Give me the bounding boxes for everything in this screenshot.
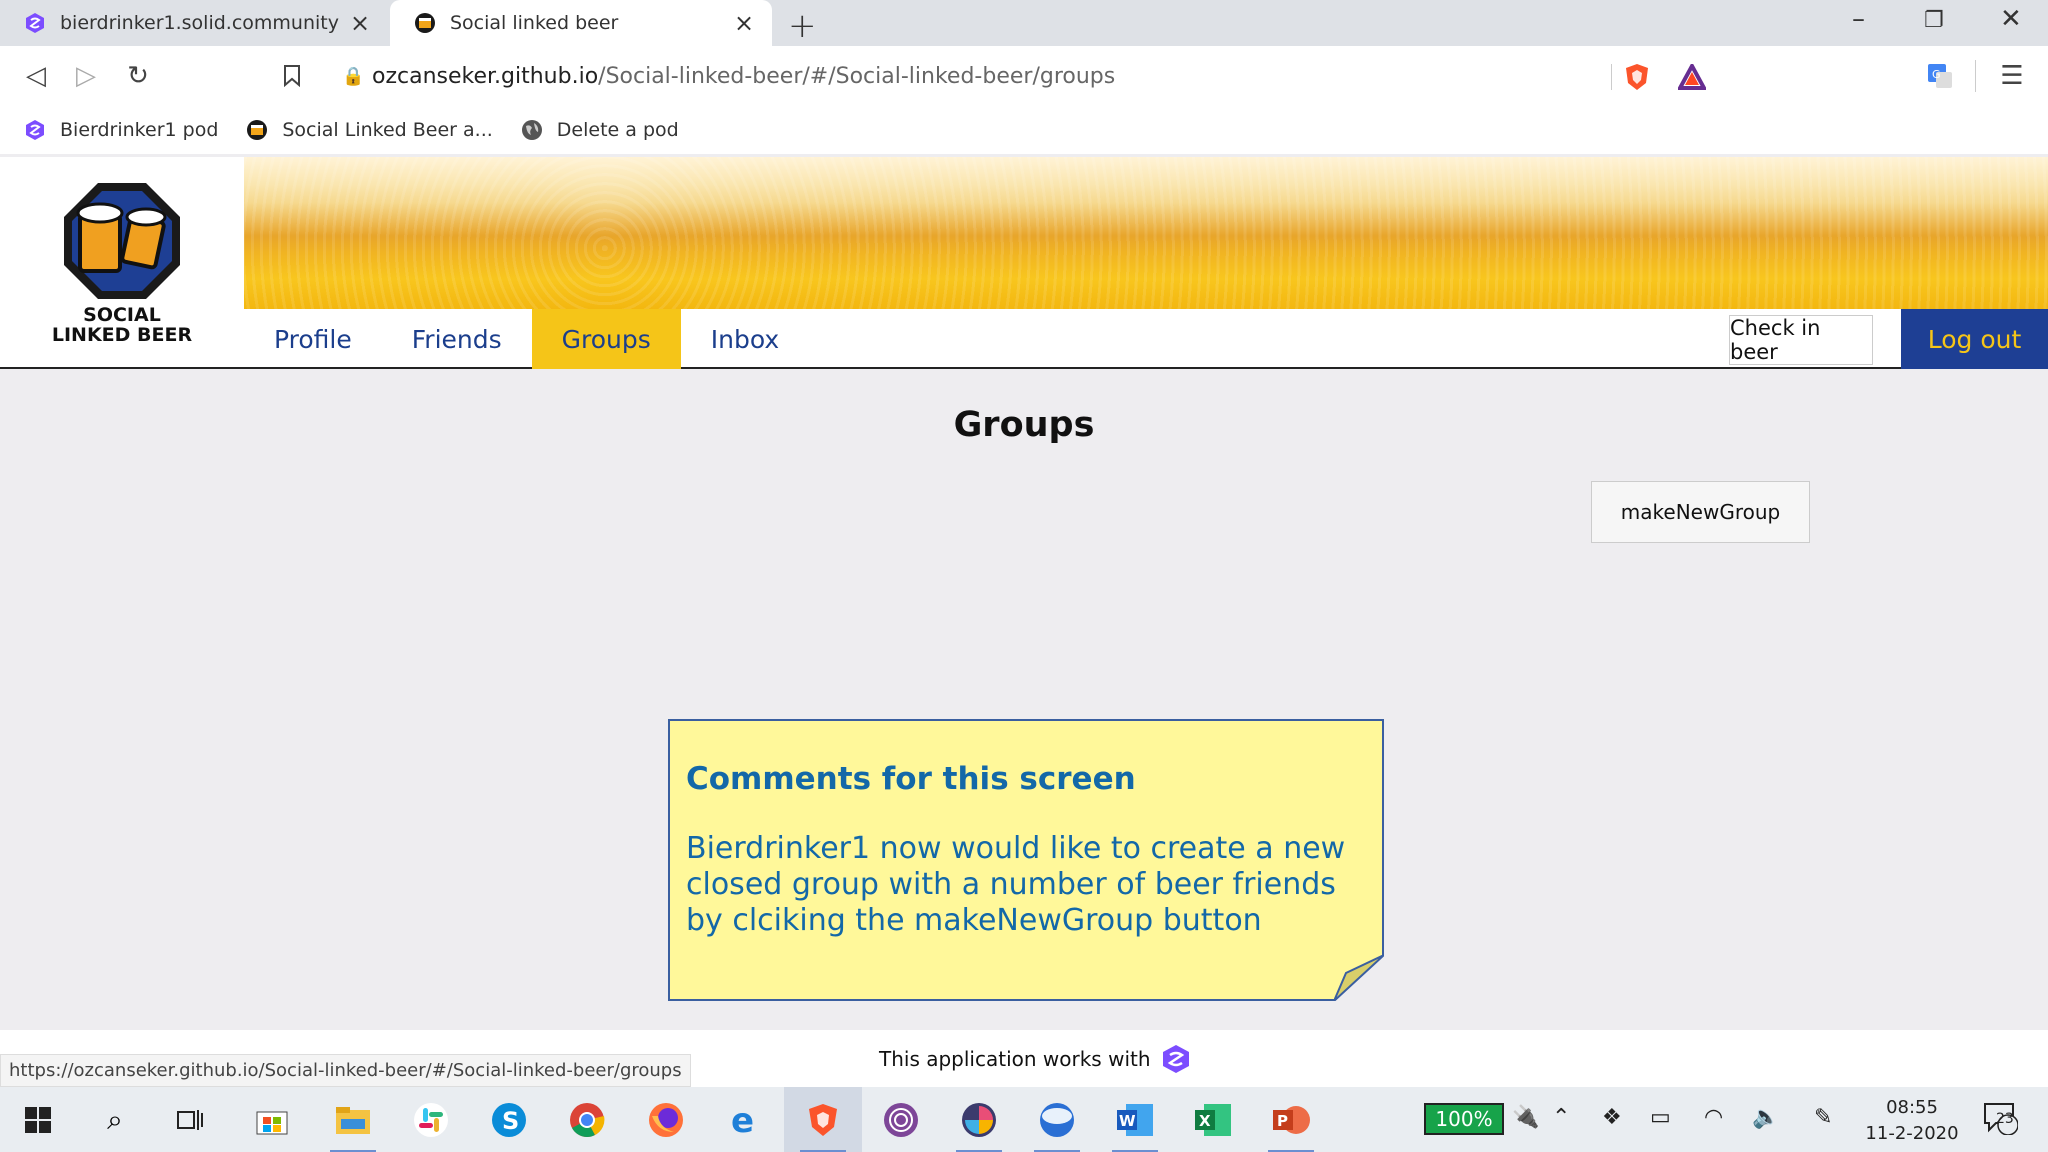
skype-icon[interactable]: S <box>486 1097 532 1143</box>
url-path: /Social-linked-beer/#/Social-linked-beer… <box>598 63 1116 89</box>
tab-title: Social linked beer <box>450 12 619 34</box>
svg-text:X: X <box>1199 1112 1211 1130</box>
solid-logo-icon <box>26 13 44 33</box>
bookmark-icon[interactable] <box>276 60 308 92</box>
beer-logo-icon <box>415 13 435 33</box>
brave-icon[interactable] <box>800 1097 846 1152</box>
solid-logo-icon[interactable] <box>1161 1044 1191 1074</box>
lock-icon: 🔒 <box>342 65 365 87</box>
volume-icon[interactable]: 🔈 <box>1752 1105 1779 1130</box>
solid-logo-icon <box>26 120 44 140</box>
close-window-icon[interactable]: ✕ <box>2000 4 2022 34</box>
pen-icon[interactable]: ✎ <box>1814 1105 1832 1130</box>
restore-icon[interactable]: ❐ <box>1924 8 1944 33</box>
svg-text:S: S <box>502 1107 519 1135</box>
page-curl-icon <box>1334 955 1384 1001</box>
menu-item-inbox[interactable]: Inbox <box>681 309 809 369</box>
powerpoint-icon[interactable]: P <box>1268 1097 1314 1152</box>
menu-item-friends[interactable]: Friends <box>382 309 532 369</box>
app-logo[interactable]: SOCIAL LINKED BEER <box>0 157 244 367</box>
bookmark-label: Delete a pod <box>556 119 679 141</box>
menu-item-profile[interactable]: Profile <box>244 309 382 369</box>
svg-text:P: P <box>1277 1112 1288 1130</box>
divider <box>1611 64 1612 90</box>
new-tab-button[interactable]: + <box>788 6 817 46</box>
menu-icon[interactable]: ☰ <box>1996 60 2028 92</box>
beer-foam-banner <box>244 157 2048 309</box>
menu-item-groups[interactable]: Groups <box>531 309 681 369</box>
make-new-group-button[interactable]: makeNewGroup <box>1591 481 1810 543</box>
logo-text-line1: SOCIAL <box>83 304 161 326</box>
reload-icon[interactable]: ↻ <box>122 60 154 92</box>
wifi-icon[interactable]: ◠ <box>1704 1105 1723 1130</box>
back-icon[interactable]: ◁ <box>20 60 52 92</box>
globe-app-icon[interactable] <box>1034 1097 1080 1152</box>
page-viewport: SOCIAL LINKED BEER Profile Friends Group… <box>0 157 2048 1087</box>
minimize-icon[interactable]: – <box>1852 4 1865 34</box>
word-icon[interactable]: W <box>1112 1097 1158 1152</box>
battery-indicator[interactable]: 100% <box>1424 1103 1504 1135</box>
battery-tray-icon[interactable]: ▭ <box>1650 1105 1671 1130</box>
logo-text-line2: LINKED BEER <box>51 324 193 346</box>
translate-icon[interactable]: G <box>1926 62 1954 90</box>
footer-text: This application works with <box>879 1044 1191 1074</box>
link-status-bubble: https://ozcanseker.github.io/Social-link… <box>0 1054 691 1087</box>
comment-sticky-note: Comments for this screen Bierdrinker1 no… <box>668 719 1384 1001</box>
clock-time: 08:55 <box>1886 1097 1938 1118</box>
check-in-beer-button[interactable]: Check in beer <box>1729 315 1873 365</box>
page-title: Groups <box>953 405 1095 445</box>
bookmark-delete-a-pod[interactable]: Delete a pod <box>521 119 679 141</box>
beer-logo-icon <box>247 120 268 140</box>
logo-wordmark: SOCIAL LINKED BEER <box>0 305 244 345</box>
bookmark-label: Social Linked Beer a... <box>282 119 493 141</box>
forward-icon[interactable]: ▷ <box>70 60 102 92</box>
slack-icon[interactable] <box>408 1097 454 1143</box>
svg-text:G: G <box>1932 68 1941 81</box>
footer-label: This application works with <box>879 1047 1151 1071</box>
windows-taskbar: ⌕ S e W X P 100% 🔌 ⌃ ❖ ▭ ◠ 🔈 ✎ 08:55 11-… <box>0 1087 2048 1152</box>
task-view-icon[interactable] <box>168 1097 214 1143</box>
store-icon[interactable] <box>249 1097 295 1143</box>
note-heading: Comments for this screen <box>686 761 1136 797</box>
dropbox-icon[interactable]: ❖ <box>1602 1105 1622 1130</box>
address-bar[interactable]: 🔒 ozcanseker.github.io/Social-linked-bee… <box>326 54 1722 98</box>
brave-rewards-icon[interactable] <box>1678 64 1706 90</box>
search-icon[interactable]: ⌕ <box>92 1097 138 1143</box>
notification-count: 23 <box>1996 1111 2014 1127</box>
chevron-up-icon[interactable]: ⌃ <box>1552 1105 1570 1130</box>
bookmark-social-linked-beer[interactable]: Social Linked Beer a... <box>246 119 493 141</box>
firefox-icon[interactable] <box>643 1097 689 1143</box>
chrome-icon[interactable] <box>564 1097 610 1143</box>
bookmarks-bar: Bierdrinker1 pod Social Linked Beer a...… <box>0 106 2048 154</box>
file-explorer-icon[interactable] <box>330 1097 376 1152</box>
close-tab-icon[interactable]: × <box>732 9 756 37</box>
brave-shield-icon[interactable] <box>1624 63 1650 91</box>
clock-date: 11-2-2020 <box>1865 1123 1959 1144</box>
bookmark-label: Bierdrinker1 pod <box>60 119 219 141</box>
bookmark-bierdrinker1-pod[interactable]: Bierdrinker1 pod <box>24 119 218 141</box>
system-clock[interactable]: 08:55 11-2-2020 <box>1862 1095 1962 1147</box>
divider <box>1975 60 1976 92</box>
edge-icon[interactable]: e <box>722 1097 768 1143</box>
app-header: SOCIAL LINKED BEER Profile Friends Group… <box>0 157 2048 369</box>
excel-icon[interactable]: X <box>1190 1097 1236 1143</box>
tab-solid-community[interactable]: bierdrinker1.solid.community × <box>0 0 388 46</box>
notification-center-icon[interactable]: 23 <box>1982 1101 2019 1141</box>
browser-toolbar: ◁ ▷ ↻ 🔒 ozcanseker.github.io/Social-link… <box>0 46 2048 106</box>
davinci-icon[interactable] <box>956 1097 1002 1152</box>
browser-tab-strip: bierdrinker1.solid.community × Social li… <box>0 0 2048 46</box>
logout-button[interactable]: Log out <box>1901 309 2048 369</box>
power-plug-icon[interactable]: 🔌 <box>1512 1105 1539 1130</box>
svg-text:e: e <box>731 1102 754 1138</box>
note-body: Bierdrinker1 now would like to create a … <box>686 831 1346 938</box>
svg-text:W: W <box>1119 1112 1136 1130</box>
main-menu: Profile Friends Groups Inbox <box>244 309 809 369</box>
tab-social-linked-beer[interactable]: Social linked beer × <box>390 0 772 46</box>
globe-icon <box>521 120 542 140</box>
tab-title: bierdrinker1.solid.community <box>60 12 339 34</box>
windows-start-icon[interactable] <box>15 1097 61 1143</box>
close-tab-icon[interactable]: × <box>348 9 372 37</box>
url-host: ozcanseker.github.io <box>372 63 599 89</box>
tor-icon[interactable] <box>878 1097 924 1143</box>
